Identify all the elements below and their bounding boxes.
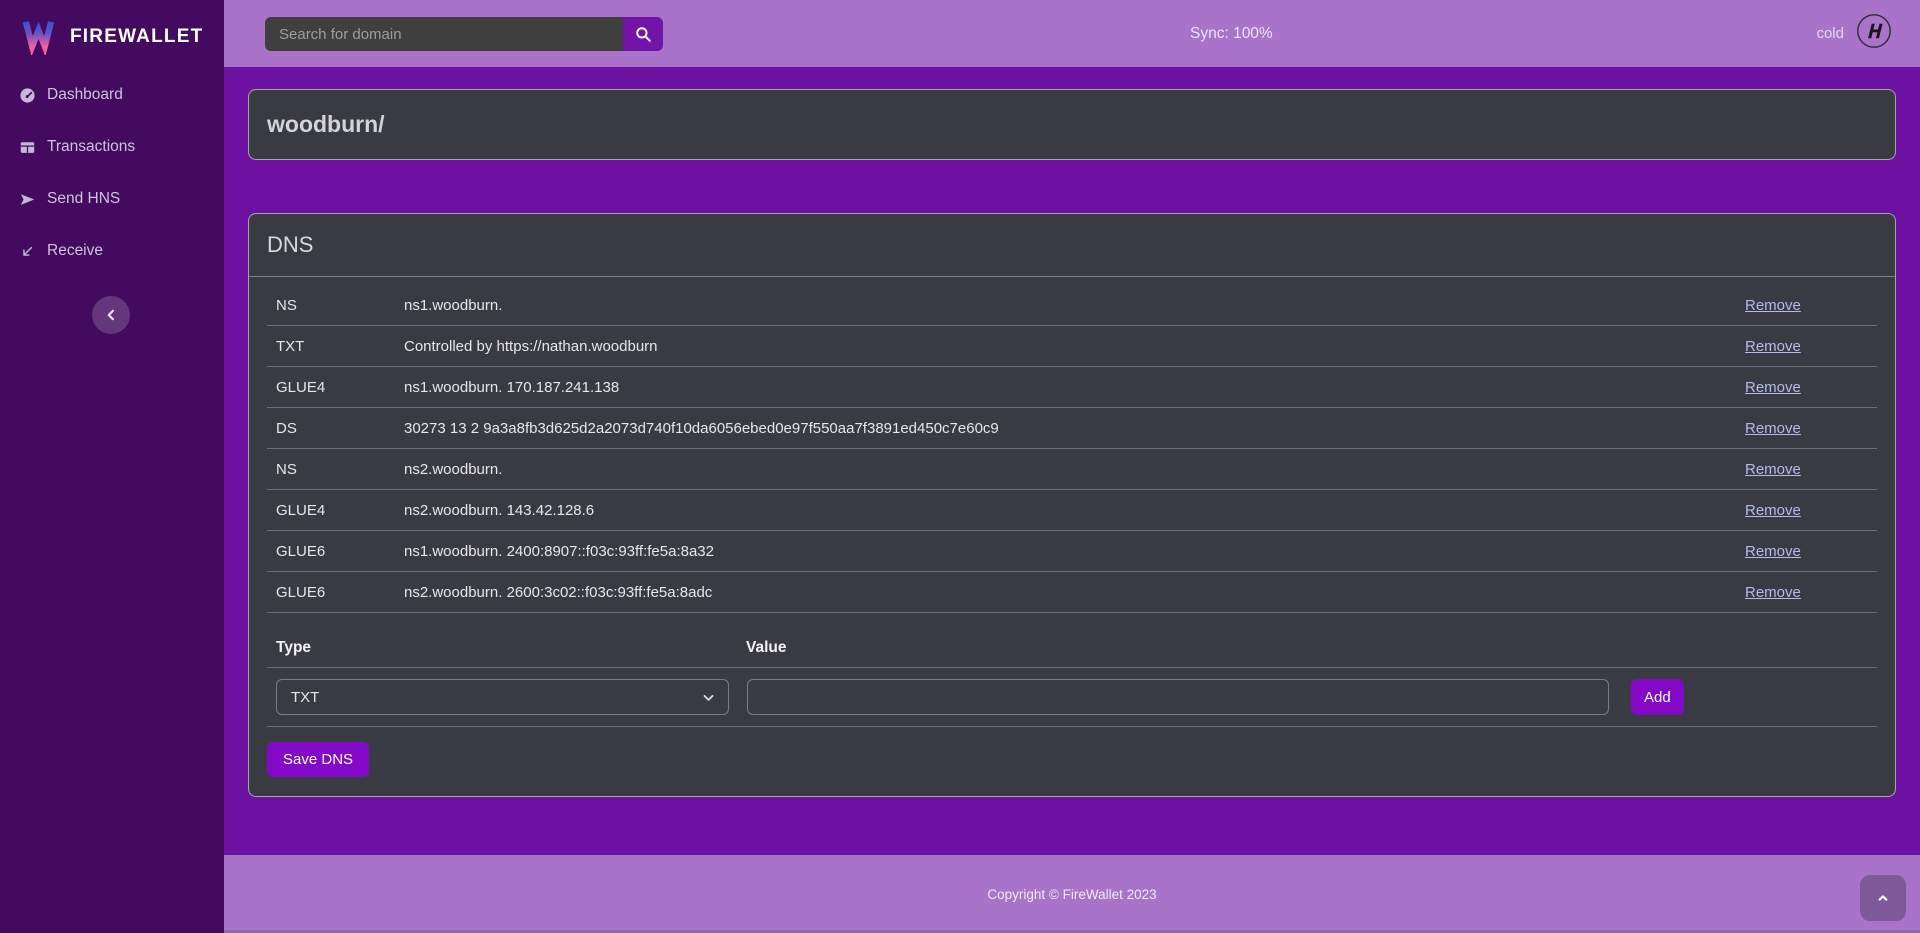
- record-type: GLUE6: [276, 584, 404, 601]
- record-value: ns1.woodburn. 170.187.241.138: [404, 379, 1745, 396]
- wallet-indicator: cold: [1816, 0, 1892, 67]
- remove-record-link[interactable]: Remove: [1745, 420, 1868, 437]
- record-value: ns2.woodburn.: [404, 461, 1745, 478]
- record-value: Controlled by https://nathan.woodburn: [404, 338, 1745, 355]
- record-value: ns2.woodburn. 2600:3c02::f03c:93ff:fe5a:…: [404, 584, 1745, 601]
- firewallet-logo-icon: [20, 14, 57, 60]
- record-value: ns2.woodburn. 143.42.128.6: [404, 502, 1745, 519]
- send-icon: [19, 191, 36, 208]
- table-row: GLUE6 ns2.woodburn. 2600:3c02::f03c:93ff…: [267, 572, 1877, 613]
- table-row: NS ns2.woodburn. Remove: [267, 449, 1877, 490]
- sidebar-item-receive[interactable]: Receive: [0, 237, 224, 265]
- remove-record-link[interactable]: Remove: [1745, 502, 1868, 519]
- transactions-icon: [19, 139, 36, 156]
- dns-records-table: NS ns1.woodburn. Remove TXT Controlled b…: [267, 285, 1877, 777]
- sidebar-item-send-hns[interactable]: Send HNS: [0, 185, 224, 213]
- scroll-to-top-button[interactable]: [1860, 875, 1906, 921]
- record-type-select[interactable]: TXT: [276, 679, 729, 715]
- record-value: 30273 13 2 9a3a8fb3d625d2a2073d740f10da6…: [404, 420, 1745, 437]
- table-row: DS 30273 13 2 9a3a8fb3d625d2a2073d740f10…: [267, 408, 1877, 449]
- record-type: DS: [276, 420, 404, 437]
- table-row: GLUE4 ns2.woodburn. 143.42.128.6 Remove: [267, 490, 1877, 531]
- sidebar-item-label: Receive: [47, 242, 103, 260]
- wallet-name: cold: [1816, 25, 1844, 42]
- sidebar-item-label: Send HNS: [47, 190, 120, 208]
- add-record-button[interactable]: Add: [1631, 679, 1684, 715]
- record-value-input[interactable]: [747, 679, 1609, 715]
- sidebar-collapse-button[interactable]: [92, 296, 130, 334]
- search-button[interactable]: [623, 17, 663, 51]
- search-input[interactable]: [265, 17, 623, 51]
- remove-record-link[interactable]: Remove: [1745, 379, 1868, 396]
- record-type: GLUE6: [276, 543, 404, 560]
- sidebar-item-transactions[interactable]: Transactions: [0, 133, 224, 161]
- record-type: NS: [276, 297, 404, 314]
- topbar: Sync: 100% cold: [224, 0, 1920, 67]
- remove-record-link[interactable]: Remove: [1745, 543, 1868, 560]
- sync-status: Sync: 100%: [1190, 0, 1273, 67]
- table-row: GLUE6 ns1.woodburn. 2400:8907::f03c:93ff…: [267, 531, 1877, 572]
- table-row: GLUE4 ns1.woodburn. 170.187.241.138 Remo…: [267, 367, 1877, 408]
- record-type: TXT: [276, 338, 404, 355]
- save-dns-button[interactable]: Save DNS: [267, 742, 369, 777]
- add-record-headers: Type Value: [267, 613, 1877, 668]
- chevron-down-icon: [699, 688, 718, 707]
- record-type: NS: [276, 461, 404, 478]
- record-type: GLUE4: [276, 379, 404, 396]
- main-content: woodburn/ DNS NS ns1.woodburn. Remove TX…: [224, 67, 1920, 855]
- brand-name: FIREWALLET: [70, 26, 203, 48]
- search-icon: [634, 25, 652, 43]
- domain-card: woodburn/: [248, 89, 1896, 160]
- dns-card: DNS NS ns1.woodburn. Remove TXT Controll…: [248, 213, 1896, 797]
- dashboard-icon: [19, 87, 36, 104]
- record-value: ns1.woodburn. 2400:8907::f03c:93ff:fe5a:…: [404, 543, 1745, 560]
- sidebar-item-dashboard[interactable]: Dashboard: [0, 81, 224, 109]
- table-row: NS ns1.woodburn. Remove: [267, 285, 1877, 326]
- table-row: TXT Controlled by https://nathan.woodbur…: [267, 326, 1877, 367]
- type-column-header: Type: [276, 639, 746, 657]
- record-type-selected-value: TXT: [291, 689, 319, 706]
- chevron-up-icon: [1875, 890, 1891, 906]
- add-record-form: TXT Add: [267, 668, 1877, 727]
- sidebar: FIREWALLET Dashboard Transactions Send H…: [0, 0, 224, 933]
- copyright-text: Copyright © FireWallet 2023: [987, 887, 1156, 902]
- dns-card-title: DNS: [249, 214, 1895, 277]
- sidebar-item-label: Transactions: [47, 138, 135, 156]
- footer: Copyright © FireWallet 2023: [224, 855, 1920, 933]
- record-value: ns1.woodburn.: [404, 297, 1745, 314]
- domain-search: [265, 17, 663, 51]
- remove-record-link[interactable]: Remove: [1745, 584, 1868, 601]
- remove-record-link[interactable]: Remove: [1745, 461, 1868, 478]
- brand: FIREWALLET: [0, 0, 224, 62]
- receive-icon: [19, 243, 36, 260]
- sidebar-nav: Dashboard Transactions Send HNS Receive: [0, 81, 224, 289]
- page-title: woodburn/: [267, 111, 385, 138]
- remove-record-link[interactable]: Remove: [1745, 297, 1868, 314]
- handshake-logo-icon[interactable]: [1856, 13, 1892, 54]
- record-type: GLUE4: [276, 502, 404, 519]
- value-column-header: Value: [746, 639, 787, 657]
- sidebar-item-label: Dashboard: [47, 86, 123, 104]
- remove-record-link[interactable]: Remove: [1745, 338, 1868, 355]
- chevron-left-icon: [102, 306, 120, 324]
